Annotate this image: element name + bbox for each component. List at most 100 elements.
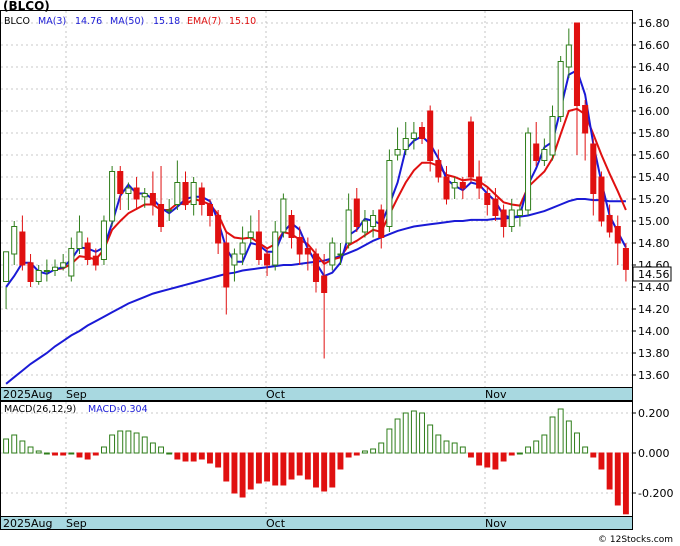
candle-body	[557, 61, 564, 117]
candle-body	[264, 253, 271, 266]
macd-bar	[443, 440, 450, 454]
macd-legend: MACD(26,12,9) MACD: -0.304	[4, 404, 148, 415]
macd-bar	[541, 434, 548, 454]
price-y-tick-label: 13.60	[638, 369, 670, 382]
legend-ma50-value: 15.18	[153, 16, 180, 27]
macd-legend-label: MACD(26,12,9)	[4, 404, 76, 415]
macd-bar	[565, 420, 572, 454]
macd-bar	[476, 452, 483, 466]
candle-body	[239, 242, 246, 255]
candle-body	[247, 231, 254, 238]
candle-body	[378, 209, 385, 238]
candle-body	[280, 198, 287, 233]
price-x-tick-label: Sep	[66, 388, 87, 401]
macd-bar	[68, 452, 75, 455]
macd-bar	[3, 438, 10, 454]
candle-body	[410, 132, 417, 139]
candle-body	[484, 193, 491, 205]
macd-bar	[614, 452, 621, 506]
macd-bar	[427, 424, 434, 454]
price-y-tick-label: 15.60	[638, 149, 670, 162]
legend-ticker: BLCO	[4, 16, 30, 27]
candle-body	[394, 149, 401, 156]
macd-bar	[304, 452, 311, 480]
price-y-tick-label: 15.20	[638, 193, 670, 206]
candle-body	[451, 182, 458, 189]
macd-bar	[361, 450, 368, 454]
macd-bar	[508, 452, 515, 456]
candle-body	[35, 270, 42, 282]
macd-bar	[158, 446, 164, 454]
candle-body	[133, 187, 140, 200]
price-y-tick-label: 14.00	[638, 325, 670, 338]
macd-bar	[353, 452, 360, 456]
macd-bar	[582, 446, 589, 454]
candle-body	[312, 253, 320, 282]
candle-body	[27, 262, 34, 282]
macd-bar	[606, 452, 613, 490]
macd-bar	[84, 452, 91, 460]
macd-y-tick-label: 0.200	[638, 407, 670, 420]
candle	[598, 171, 605, 227]
macd-bar	[329, 452, 336, 488]
candle-body	[190, 182, 197, 205]
price-y-tick-label: 16.20	[638, 83, 670, 96]
candle-body	[606, 215, 613, 233]
price-x-tick-label: Oct	[266, 388, 286, 401]
macd-bar	[92, 452, 99, 456]
macd-bar	[35, 450, 42, 454]
candle-body	[582, 105, 589, 134]
candle-body	[92, 255, 99, 266]
macd-legend-value-label: MACD:	[88, 404, 120, 415]
candle	[109, 166, 116, 227]
macd-bar	[468, 452, 474, 458]
macd-bar	[149, 442, 156, 454]
macd-x-axis-band	[0, 516, 633, 530]
macd-x-tick-label: Nov	[485, 517, 507, 530]
last-price-tag: 14.56	[638, 268, 670, 281]
candle-body	[533, 143, 540, 161]
candle-body	[386, 160, 393, 227]
candle-body	[565, 44, 572, 68]
price-x-tick-label: Nov	[485, 388, 507, 401]
candle-body	[321, 275, 328, 293]
candle-body	[11, 226, 18, 255]
candle-body	[149, 193, 156, 205]
macd-bar	[574, 432, 580, 454]
candle	[467, 116, 474, 183]
macd-bar	[182, 452, 189, 462]
candle-body	[68, 248, 75, 277]
macd-bar	[101, 446, 107, 454]
macd-bar	[76, 452, 83, 458]
macd-bar	[255, 452, 262, 484]
macd-bar	[52, 452, 58, 456]
macd-bar	[296, 452, 303, 476]
candle-body	[84, 242, 91, 260]
candle-body	[418, 127, 426, 139]
candle-body	[296, 237, 303, 255]
macd-bar	[247, 452, 254, 490]
macd-bar	[557, 408, 564, 454]
price-x-tick-label: 2025Aug	[3, 388, 52, 401]
macd-x-tick-label: 2025Aug	[3, 517, 52, 530]
candle-body	[223, 242, 230, 288]
price-y-tick-label: 15.40	[638, 171, 670, 184]
candle-body	[492, 198, 499, 216]
macd-bar	[166, 452, 173, 455]
macd-bar	[231, 452, 238, 494]
candle-body	[206, 204, 214, 216]
candle-body	[125, 187, 132, 194]
candle-body	[231, 253, 238, 266]
candle-body	[304, 248, 311, 255]
macd-bar	[590, 452, 597, 458]
macd-x-tick-label: Sep	[66, 517, 87, 530]
candle-body	[622, 248, 629, 270]
candle-body	[158, 204, 165, 227]
candle-body	[353, 198, 360, 227]
price-legend: BLCO MA(3) 14.76 MA(50) 15.18 EMA(7) 15.…	[4, 16, 256, 27]
macd-bar	[141, 436, 148, 454]
macd-bar	[525, 446, 531, 454]
candle-body	[141, 193, 148, 198]
macd-bar	[239, 452, 246, 498]
macd-bar	[345, 452, 352, 458]
